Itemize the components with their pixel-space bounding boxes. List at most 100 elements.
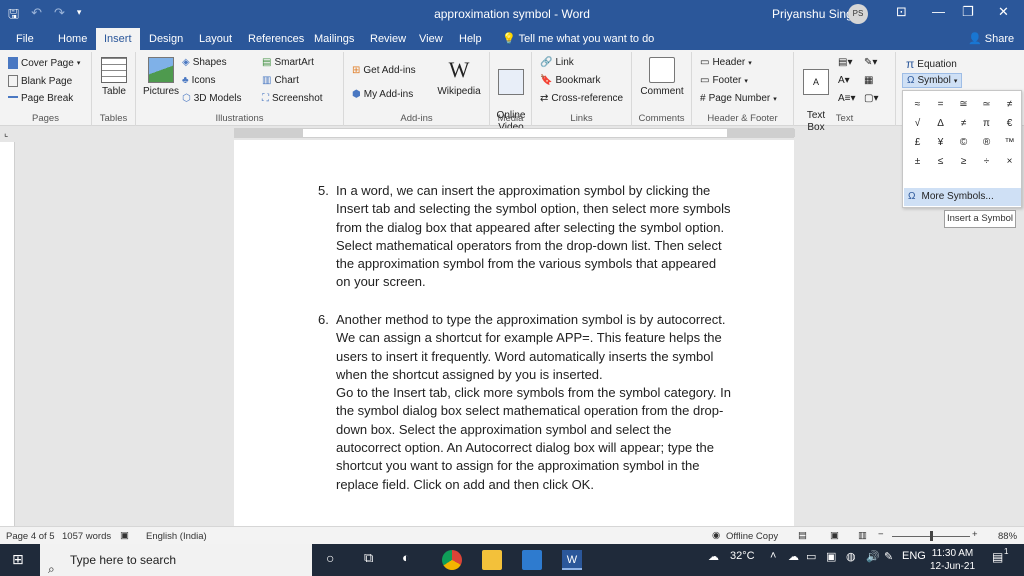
symbol-cell[interactable]: ≠ bbox=[998, 95, 1021, 114]
proofing-icon[interactable]: ▣ bbox=[120, 530, 129, 541]
screenshot-button[interactable]: ⛶ Screenshot bbox=[262, 93, 323, 104]
quick-parts-icon[interactable]: ▤▾ bbox=[838, 57, 852, 68]
battery-icon[interactable]: ▭ bbox=[806, 550, 816, 563]
file-explorer-icon[interactable] bbox=[482, 550, 502, 570]
display-icon[interactable]: ▣ bbox=[826, 550, 836, 563]
chrome-icon[interactable] bbox=[442, 550, 462, 570]
user-name[interactable]: Priyanshu Singh bbox=[772, 7, 859, 21]
symbol-cell[interactable]: √ bbox=[906, 114, 929, 133]
tab-help[interactable]: Help bbox=[451, 28, 490, 50]
object-icon[interactable]: ▢▾ bbox=[864, 93, 878, 104]
wikipedia-button[interactable]: W Wikipedia bbox=[434, 57, 484, 97]
symbol-cell[interactable]: ¥ bbox=[929, 133, 952, 152]
web-layout-icon[interactable]: ▥ bbox=[858, 530, 867, 541]
blank-page-button[interactable]: Blank Page bbox=[8, 75, 72, 87]
edge-icon[interactable]: ◐ bbox=[402, 550, 422, 570]
bookmark-button[interactable]: 🔖 Bookmark bbox=[540, 75, 600, 86]
symbol-cell[interactable]: × bbox=[998, 152, 1021, 171]
shapes-button[interactable]: ◈ Shapes bbox=[182, 57, 227, 68]
date-time-icon[interactable]: ▦ bbox=[864, 75, 873, 86]
tab-view[interactable]: View bbox=[411, 28, 451, 50]
zoom-in-icon[interactable]: + bbox=[972, 529, 978, 540]
cloud-icon[interactable]: ☁ bbox=[788, 550, 799, 563]
pen-icon[interactable]: ✎ bbox=[884, 550, 893, 563]
clock[interactable]: 11:30 AM 12-Jun-21 bbox=[930, 547, 975, 573]
close-icon[interactable]: ✕ bbox=[998, 4, 1009, 20]
tab-insert[interactable]: Insert bbox=[96, 28, 140, 50]
cross-reference-button[interactable]: ⇄ Cross-reference bbox=[540, 93, 623, 104]
tab-mailings[interactable]: Mailings bbox=[306, 28, 362, 50]
cortana-icon[interactable]: ○ bbox=[326, 550, 346, 570]
temperature[interactable]: 32°C bbox=[730, 550, 755, 562]
footer-button[interactable]: ▭ Footer ▾ bbox=[700, 75, 748, 86]
tab-layout[interactable]: Layout bbox=[191, 28, 240, 50]
symbol-cell[interactable]: ≈ bbox=[906, 95, 929, 114]
symbol-cell[interactable]: π bbox=[975, 114, 998, 133]
more-symbols-button[interactable]: Ω More Symbols... bbox=[904, 188, 1021, 206]
link-button[interactable]: 🔗 Link bbox=[540, 57, 574, 68]
share-button[interactable]: 👤 Share bbox=[968, 32, 1014, 45]
symbol-cell[interactable]: ≠ bbox=[952, 114, 975, 133]
symbol-cell[interactable]: ÷ bbox=[975, 152, 998, 171]
symbol-cell[interactable]: ≥ bbox=[952, 152, 975, 171]
tab-review[interactable]: Review bbox=[362, 28, 414, 50]
symbol-cell[interactable]: © bbox=[952, 133, 975, 152]
page-count[interactable]: Page 4 of 5 bbox=[6, 531, 55, 542]
ruler-tab-selector[interactable]: ⌞ bbox=[0, 128, 15, 140]
tab-design[interactable]: Design bbox=[141, 28, 191, 50]
notification-icon[interactable]: ▤ bbox=[992, 550, 1003, 564]
zoom-level[interactable]: 88% bbox=[998, 531, 1017, 542]
list-item[interactable]: 6. Another method to type the approximat… bbox=[318, 311, 731, 526]
zoom-slider-thumb[interactable] bbox=[930, 531, 933, 541]
list-item[interactable]: 5. In a word, we can insert the approxim… bbox=[318, 182, 731, 292]
icons-button[interactable]: ♣ Icons bbox=[182, 75, 215, 86]
symbol-cell[interactable]: ™ bbox=[998, 133, 1021, 152]
chevron-up-icon[interactable]: ˄ bbox=[770, 550, 776, 562]
signature-line-icon[interactable]: ✎▾ bbox=[864, 57, 877, 68]
comment-button[interactable]: Comment bbox=[638, 57, 686, 97]
tell-me-search[interactable]: 💡 Tell me what you want to do bbox=[502, 32, 654, 45]
page-break-button[interactable]: Page Break bbox=[8, 93, 73, 104]
windows-start-icon[interactable]: ⊞ bbox=[12, 551, 24, 568]
vertical-ruler[interactable] bbox=[0, 142, 15, 526]
symbol-cell[interactable]: ± bbox=[906, 152, 929, 171]
tab-home[interactable]: Home bbox=[50, 28, 95, 50]
word-count[interactable]: 1057 words bbox=[62, 531, 111, 542]
minimize-icon[interactable]: — bbox=[932, 4, 945, 19]
weather-icon[interactable]: ☁ bbox=[708, 550, 719, 563]
symbol-button[interactable]: Ω Symbol ▾ bbox=[902, 73, 963, 88]
word-icon[interactable]: W bbox=[562, 550, 582, 570]
symbol-cell[interactable]: ® bbox=[975, 133, 998, 152]
avatar[interactable]: PS bbox=[848, 4, 868, 24]
symbol-cell[interactable]: ≃ bbox=[975, 95, 998, 114]
restore-icon[interactable]: ❐ bbox=[962, 4, 974, 20]
symbol-cell[interactable]: ≅ bbox=[952, 95, 975, 114]
symbol-cell[interactable]: ≤ bbox=[929, 152, 952, 171]
drop-cap-icon[interactable]: A≡▾ bbox=[838, 93, 856, 104]
mail-icon[interactable] bbox=[522, 550, 542, 570]
language[interactable]: English (India) bbox=[146, 531, 207, 542]
symbol-cell[interactable]: ∆ bbox=[929, 114, 952, 133]
symbol-cell[interactable]: € bbox=[998, 114, 1021, 133]
equation-button[interactable]: π Equation bbox=[906, 57, 957, 71]
read-mode-icon[interactable]: ▤ bbox=[798, 530, 807, 541]
taskbar-search[interactable]: ⌕ Type here to search bbox=[40, 544, 312, 576]
header-button[interactable]: ▭ Header ▾ bbox=[700, 57, 752, 68]
input-language[interactable]: ENG bbox=[902, 550, 926, 562]
pictures-button[interactable]: Pictures bbox=[142, 57, 180, 97]
my-addins-button[interactable]: ⬢ My Add-ins bbox=[352, 89, 413, 100]
symbol-cell[interactable]: £ bbox=[906, 133, 929, 152]
tab-file[interactable]: File bbox=[8, 28, 42, 50]
symbol-cell[interactable]: = bbox=[929, 95, 952, 114]
volume-icon[interactable]: 🔊 bbox=[866, 550, 880, 563]
network-icon[interactable]: ◍ bbox=[846, 550, 856, 563]
horizontal-ruler[interactable] bbox=[234, 128, 795, 138]
ribbon-display-options-icon[interactable]: ⊡ bbox=[896, 4, 907, 20]
tab-references[interactable]: References bbox=[240, 28, 312, 50]
zoom-out-icon[interactable]: − bbox=[878, 529, 884, 540]
task-view-icon[interactable]: ⧉ bbox=[364, 550, 384, 570]
wordart-icon[interactable]: A▾ bbox=[838, 75, 850, 86]
page-number-button[interactable]: # Page Number ▾ bbox=[700, 93, 777, 104]
table-button[interactable]: Table bbox=[99, 57, 129, 97]
3d-models-button[interactable]: ⬡ 3D Models bbox=[182, 93, 242, 104]
